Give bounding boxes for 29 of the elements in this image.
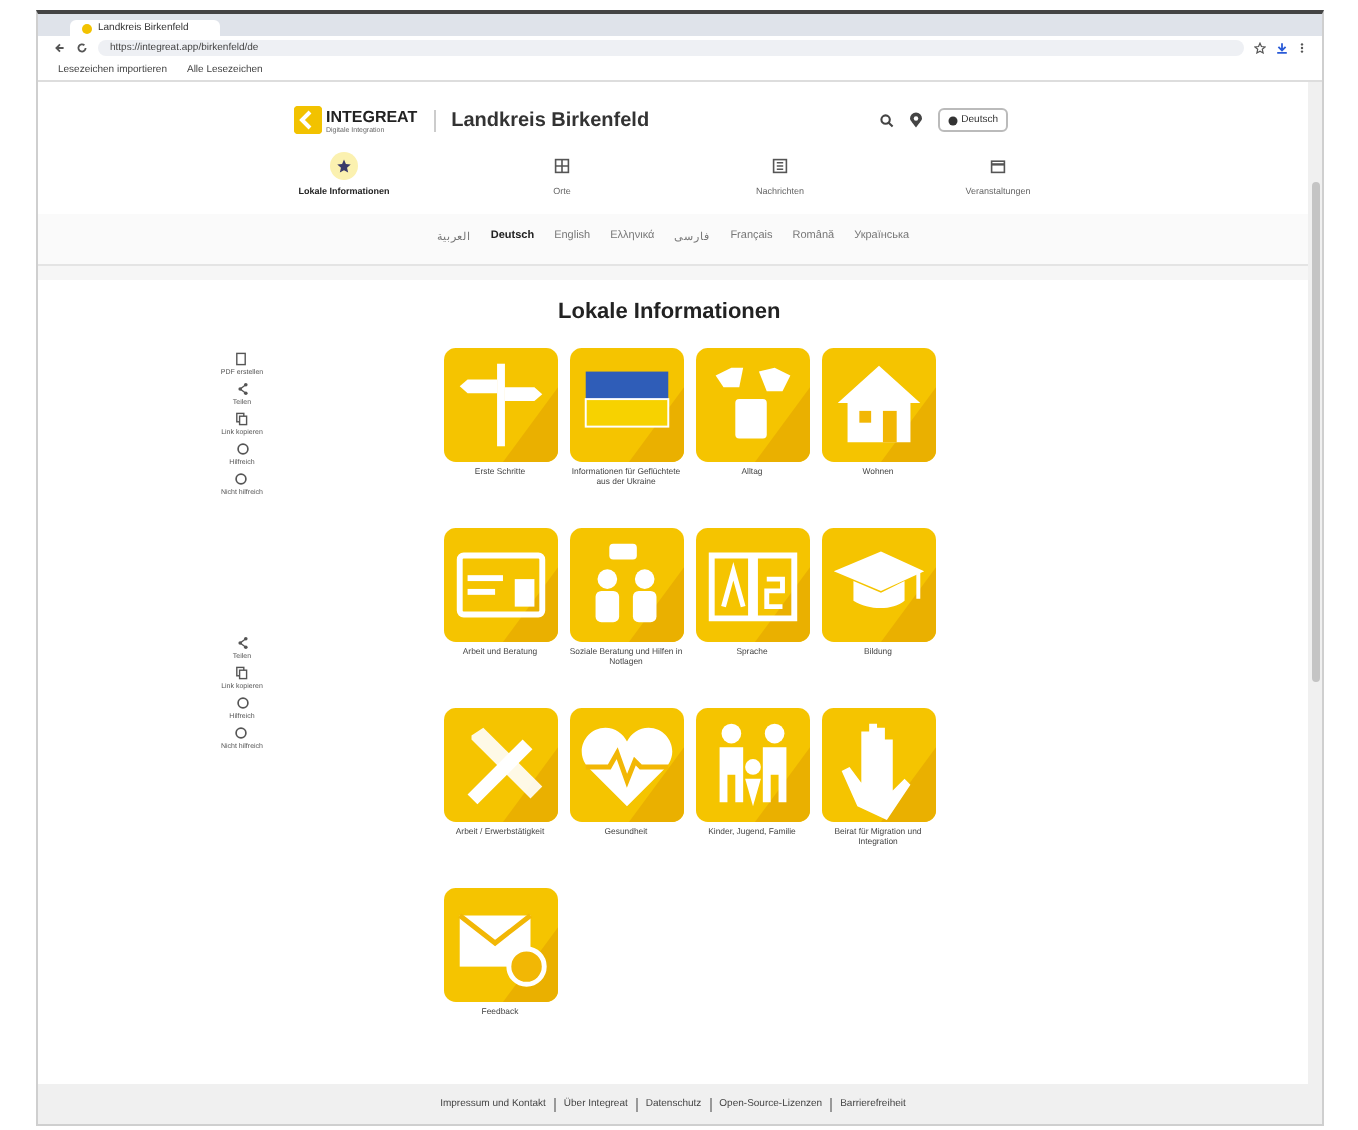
star-icon[interactable]: [1254, 42, 1266, 54]
copy-icon: [234, 666, 249, 680]
logo-text: INTEGREAT: [326, 107, 418, 125]
document-icon: [234, 352, 249, 366]
grid-icon: [554, 158, 570, 174]
back-icon[interactable]: [54, 42, 66, 54]
house-icon: [821, 348, 935, 462]
region-title: Landkreis Birkenfeld: [433, 109, 650, 131]
reload-icon[interactable]: [76, 42, 88, 54]
calendar-icon: [990, 158, 1006, 174]
family-icon: [695, 708, 809, 822]
signpost-icon: [443, 348, 557, 462]
download-icon[interactable]: [1276, 42, 1288, 54]
newspaper-icon: [772, 158, 788, 174]
star-icon: [336, 158, 352, 174]
page-title: Lokale Informationen: [558, 300, 781, 324]
share-icon: [235, 636, 249, 650]
people-icon: [569, 528, 683, 642]
menu-icon[interactable]: [1298, 42, 1306, 54]
id-card-icon: [443, 528, 557, 642]
share-icon: [235, 382, 249, 396]
flag-icon: [569, 348, 683, 462]
copy-icon: [234, 412, 249, 426]
logo-icon: [294, 106, 322, 134]
graduation-cap-icon: [821, 528, 935, 642]
book-icon: [695, 528, 809, 642]
envelope-icon: [443, 888, 557, 1002]
location-icon[interactable]: [909, 112, 922, 128]
search-icon[interactable]: [879, 113, 894, 127]
